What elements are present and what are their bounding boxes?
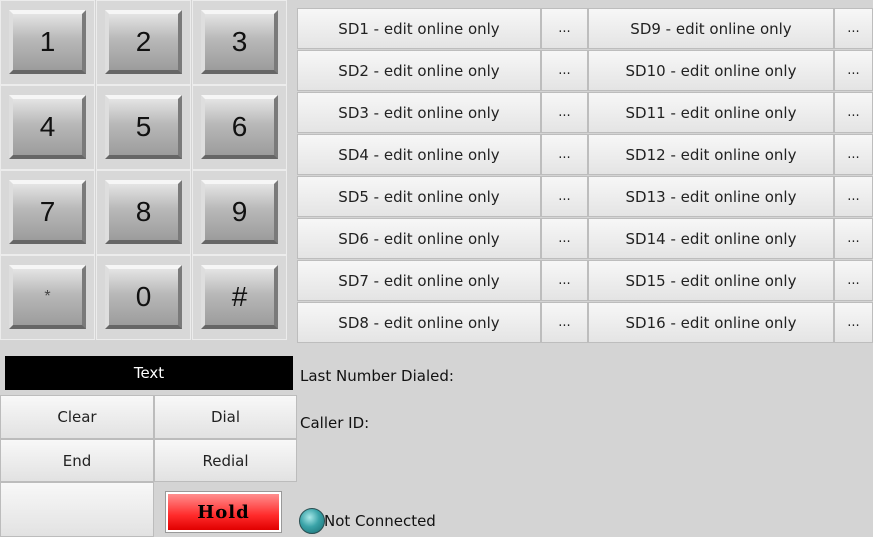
keypad-key-face: 4 <box>9 95 86 159</box>
clear-button[interactable]: Clear <box>0 395 154 439</box>
keypad-key-5[interactable]: 5 <box>96 85 191 170</box>
keypad-key-label: 7 <box>39 196 56 227</box>
keypad-key-label: 3 <box>231 26 248 57</box>
keypad-key-face: 5 <box>105 95 182 159</box>
keypad-key-face: 9 <box>201 180 278 244</box>
dial-button[interactable]: Dial <box>154 395 297 439</box>
end-button[interactable]: End <box>0 439 154 482</box>
speed-dial-button[interactable]: SD5 - edit online only <box>297 176 541 217</box>
keypad-key-face: 2 <box>105 10 182 74</box>
keypad-key-face: 1 <box>9 10 86 74</box>
speed-dial-button[interactable]: SD6 - edit online only <box>297 218 541 259</box>
speed-dial-button[interactable]: SD11 - edit online only <box>588 92 834 133</box>
keypad-key-face: 3 <box>201 10 278 74</box>
keypad-key-1[interactable]: 1 <box>0 0 95 85</box>
speed-dial-button[interactable]: SD13 - edit online only <box>588 176 834 217</box>
speed-dial-edit-button[interactable]: ... <box>541 92 588 133</box>
keypad-key-face: * <box>9 265 86 329</box>
speed-dial-button[interactable]: SD7 - edit online only <box>297 260 541 301</box>
speed-dial-edit-button[interactable]: ... <box>834 260 873 301</box>
hold-button[interactable]: Hold <box>165 491 282 533</box>
speed-dial-edit-button[interactable]: ... <box>541 302 588 343</box>
speed-dial-button[interactable]: SD12 - edit online only <box>588 134 834 175</box>
keypad-key-face: 0 <box>105 265 182 329</box>
speed-dial-edit-button[interactable]: ... <box>541 218 588 259</box>
speed-dial-button[interactable]: SD10 - edit online only <box>588 50 834 91</box>
blank-button[interactable] <box>0 482 154 537</box>
keypad-key-9[interactable]: 9 <box>192 170 287 255</box>
keypad-key-label: 4 <box>39 111 56 142</box>
speed-dial-button[interactable]: SD14 - edit online only <box>588 218 834 259</box>
keypad-key-star[interactable]: * <box>0 255 95 340</box>
speed-dial-edit-button[interactable]: ... <box>834 92 873 133</box>
redial-button[interactable]: Redial <box>154 439 297 482</box>
caller-id-label: Caller ID: <box>300 414 370 432</box>
status-indicator-icon <box>299 508 325 534</box>
connection-status: Not Connected <box>324 512 436 530</box>
keypad-key-label: * <box>44 288 51 305</box>
keypad-key-label: 9 <box>231 196 248 227</box>
speed-dial-edit-button[interactable]: ... <box>834 50 873 91</box>
keypad-key-3[interactable]: 3 <box>192 0 287 85</box>
keypad-key-face: 6 <box>201 95 278 159</box>
keypad-key-label: 1 <box>39 26 56 57</box>
speed-dial-edit-button[interactable]: ... <box>834 134 873 175</box>
speed-dial-edit-button[interactable]: ... <box>834 218 873 259</box>
keypad-key-hash[interactable]: # <box>192 255 287 340</box>
speed-dial-button[interactable]: SD1 - edit online only <box>297 8 541 49</box>
keypad-key-label: 2 <box>135 26 152 57</box>
text-display: Text <box>5 356 293 390</box>
keypad-key-0[interactable]: 0 <box>96 255 191 340</box>
keypad-key-face: 8 <box>105 180 182 244</box>
keypad-key-8[interactable]: 8 <box>96 170 191 255</box>
last-number-dialed-label: Last Number Dialed: <box>300 367 454 385</box>
speed-dial-edit-button[interactable]: ... <box>541 176 588 217</box>
keypad-key-label: # <box>231 281 248 312</box>
speed-dial-edit-button[interactable]: ... <box>834 302 873 343</box>
speed-dial-edit-button[interactable]: ... <box>834 8 873 49</box>
speed-dial-edit-button[interactable]: ... <box>541 8 588 49</box>
keypad-key-7[interactable]: 7 <box>0 170 95 255</box>
speed-dial-button[interactable]: SD9 - edit online only <box>588 8 834 49</box>
keypad-key-4[interactable]: 4 <box>0 85 95 170</box>
speed-dial-button[interactable]: SD2 - edit online only <box>297 50 541 91</box>
speed-dial-edit-button[interactable]: ... <box>834 176 873 217</box>
keypad-key-label: 0 <box>135 281 152 312</box>
keypad-key-face: 7 <box>9 180 86 244</box>
keypad-key-label: 6 <box>231 111 248 142</box>
speed-dial-edit-button[interactable]: ... <box>541 260 588 301</box>
speed-dial-edit-button[interactable]: ... <box>541 134 588 175</box>
speed-dial-button[interactable]: SD8 - edit online only <box>297 302 541 343</box>
speed-dial-button[interactable]: SD16 - edit online only <box>588 302 834 343</box>
keypad-key-face: # <box>201 265 278 329</box>
keypad-key-2[interactable]: 2 <box>96 0 191 85</box>
speed-dial-button[interactable]: SD15 - edit online only <box>588 260 834 301</box>
keypad-key-label: 8 <box>135 196 152 227</box>
keypad-key-6[interactable]: 6 <box>192 85 287 170</box>
speed-dial-edit-button[interactable]: ... <box>541 50 588 91</box>
speed-dial-button[interactable]: SD3 - edit online only <box>297 92 541 133</box>
speed-dial-button[interactable]: SD4 - edit online only <box>297 134 541 175</box>
keypad-key-label: 5 <box>135 111 152 142</box>
